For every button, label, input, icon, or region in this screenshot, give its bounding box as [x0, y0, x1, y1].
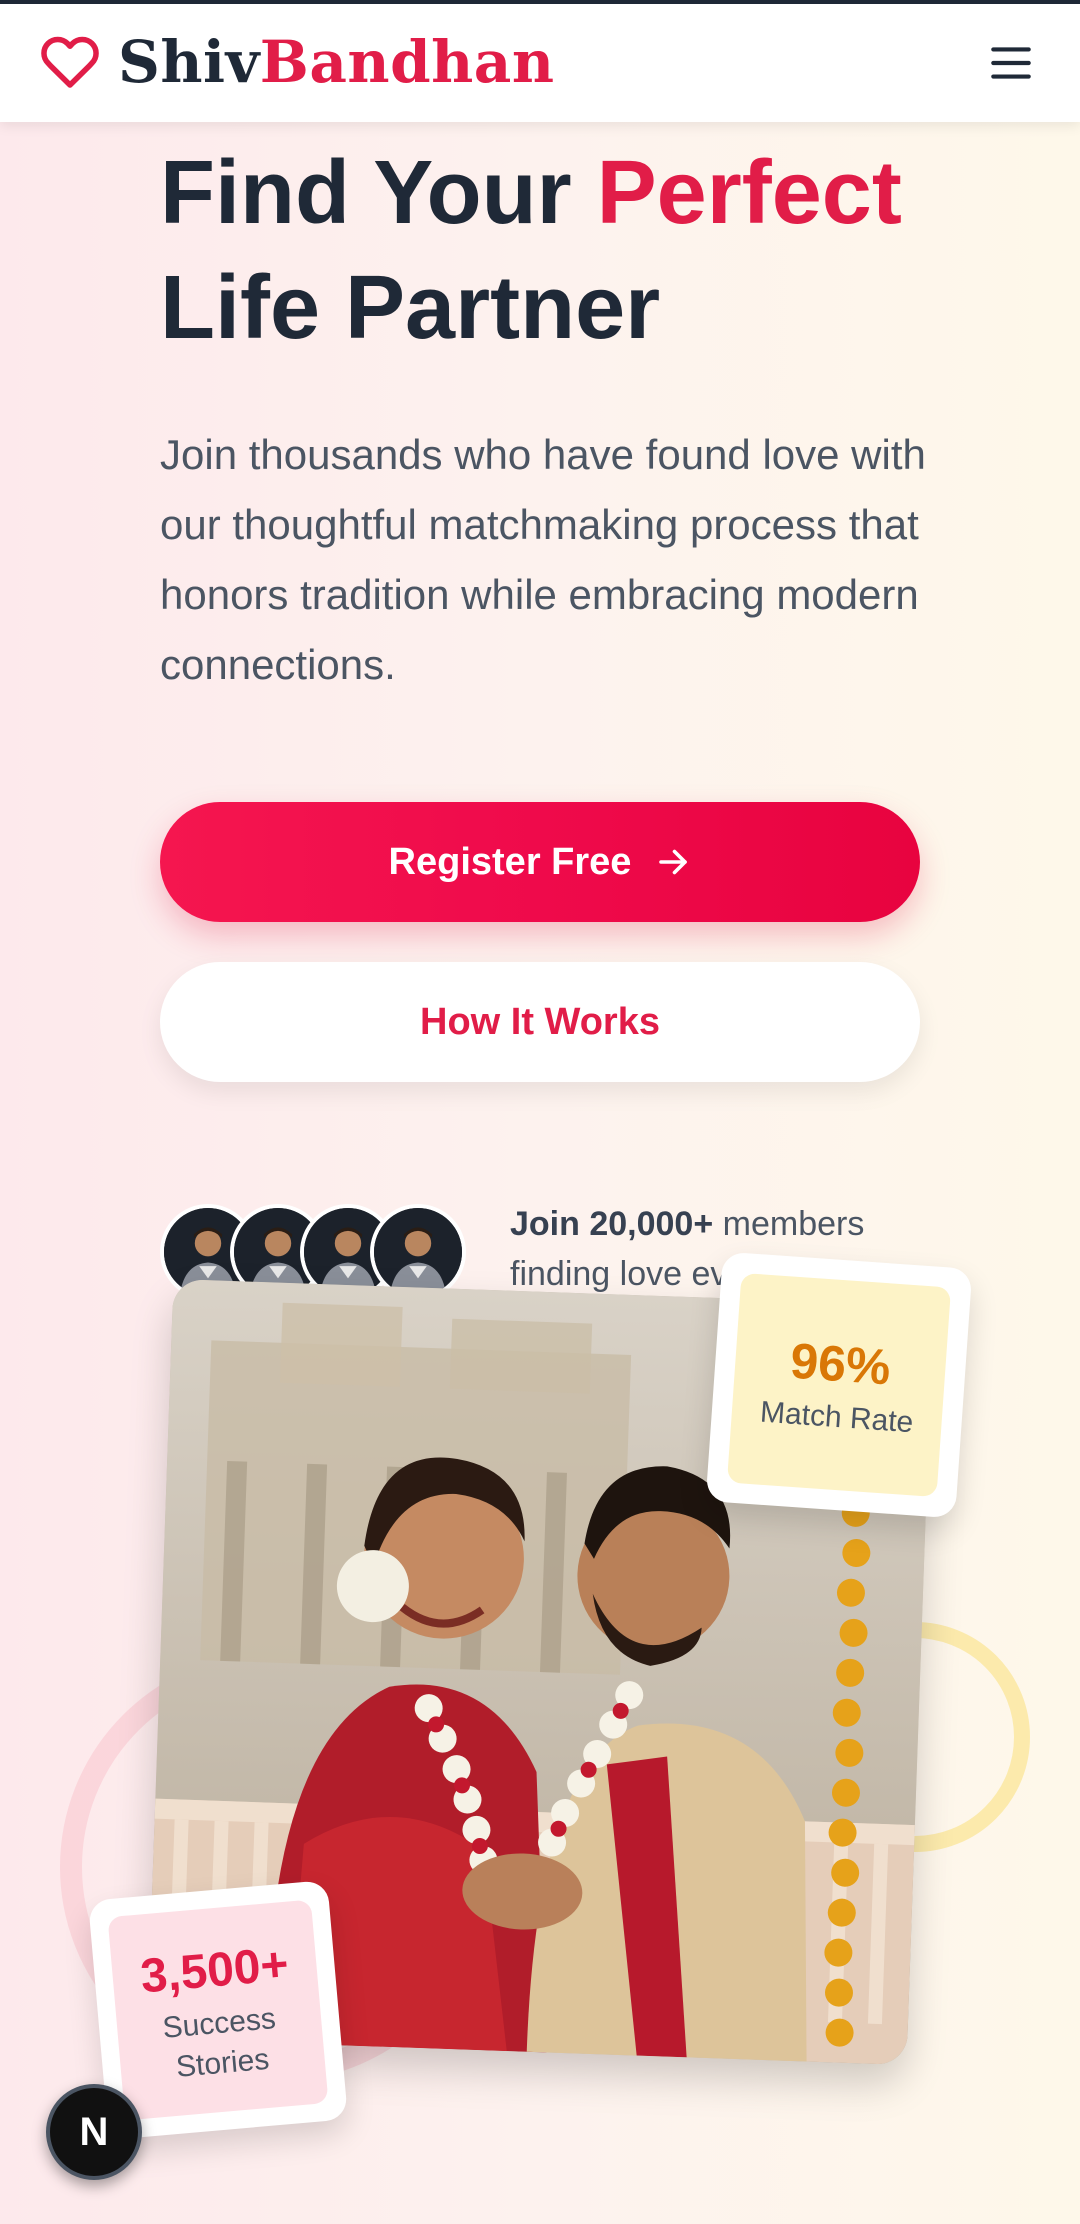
hamburger-menu-icon[interactable]	[986, 38, 1036, 88]
success-stories-value: 3,500+	[138, 1937, 291, 2004]
hero-headline: Find Your Perfect Life Partner	[160, 136, 1000, 366]
success-stories-inner: 3,500+ Success Stories	[107, 1899, 329, 2121]
brand-name-part1: Shiv	[118, 28, 260, 96]
register-free-label: Register Free	[388, 840, 632, 883]
how-it-works-label: How It Works	[420, 1000, 660, 1043]
members-count-bold: Join 20,000+	[510, 1205, 714, 1243]
hero-subtext: Join thousands who have found love with …	[160, 431, 926, 688]
match-rate-inner: 96% Match Rate	[726, 1272, 952, 1498]
register-free-button[interactable]: Register Free	[160, 802, 920, 922]
match-rate-value: 96%	[788, 1332, 893, 1396]
dev-tools-badge-letter: N	[79, 2109, 109, 2154]
match-rate-card: 96% Match Rate	[705, 1251, 973, 1519]
success-stories-label: Success Stories	[161, 2001, 278, 2084]
headline-accent: Perfect	[596, 143, 902, 243]
heart-outline-icon	[41, 36, 99, 88]
dev-tools-badge[interactable]: N	[46, 2084, 142, 2180]
match-rate-label: Match Rate	[759, 1395, 915, 1440]
site-header: ShivBandhan	[0, 4, 1080, 122]
brand-name: ShivBandhan	[118, 28, 555, 96]
headline-part2: Life Partner	[160, 258, 661, 358]
headline-part1: Find Your	[160, 143, 597, 243]
brand-name-part2: Bandhan	[259, 28, 555, 96]
brand-logo[interactable]: ShivBandhan	[40, 28, 555, 96]
how-it-works-button[interactable]: How It Works	[160, 962, 920, 1082]
arrow-right-icon	[659, 849, 688, 875]
